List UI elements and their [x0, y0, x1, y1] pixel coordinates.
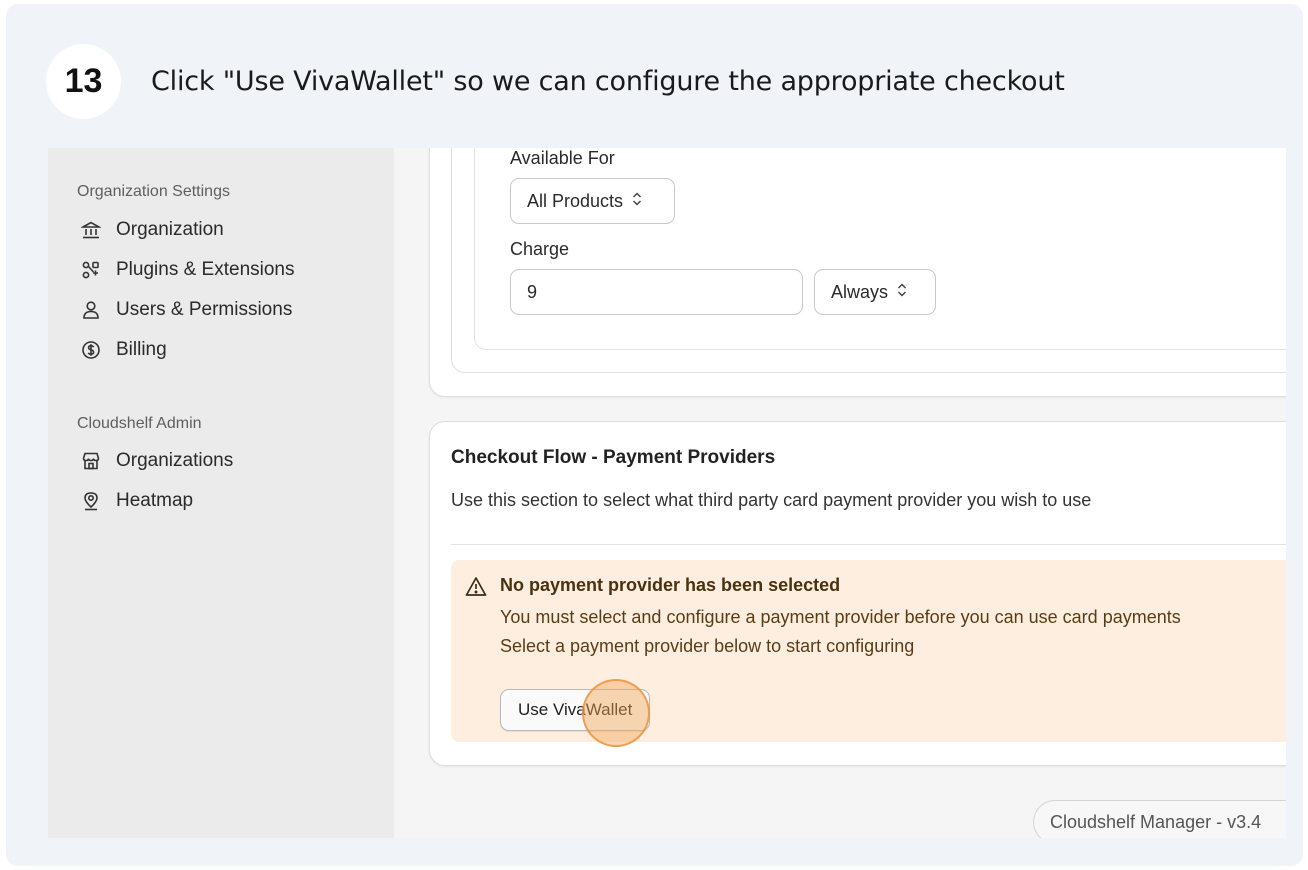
sidebar-item-organization[interactable]: Organization: [80, 216, 224, 244]
sidebar-item-plugins[interactable]: Plugins & Extensions: [80, 256, 295, 284]
bank-icon: [80, 219, 102, 241]
step-number-badge: 13: [46, 44, 121, 119]
warning-message-line-2: Select a payment provider below to start…: [500, 636, 915, 656]
charge-label: Charge: [510, 239, 570, 259]
sidebar-group-title: Cloudshelf Admin: [77, 415, 202, 432]
chevron-up-down-icon: [631, 191, 643, 212]
sidebar-item-label: Users & Permissions: [116, 299, 293, 320]
sidebar-item-label: Heatmap: [116, 490, 194, 511]
dollar-circle-icon: [80, 339, 102, 361]
sidebar-item-organizations[interactable]: Organizations: [80, 447, 233, 475]
sidebar-item-billing[interactable]: Billing: [80, 336, 167, 364]
version-badge: Cloudshelf Manager - v3.4: [1033, 800, 1286, 838]
sidebar: Organization Settings Organization Plugi…: [48, 148, 394, 838]
sidebar-item-label: Organization: [116, 219, 224, 240]
store-icon: [80, 450, 102, 472]
checkout-flow-title: Checkout Flow - Payment Providers: [451, 447, 776, 468]
sidebar-item-heatmap[interactable]: Heatmap: [80, 487, 193, 515]
main-content: Available For All Products Charge Always…: [394, 148, 1286, 838]
checkout-flow-description: Use this section to select what third pa…: [451, 490, 1092, 510]
available-for-select[interactable]: All Products: [510, 178, 675, 224]
available-for-label: Available For: [510, 148, 615, 168]
sidebar-group-title: Organization Settings: [77, 183, 230, 200]
puzzle-nodes-icon: [80, 259, 102, 281]
available-for-value: All Products: [527, 190, 624, 211]
tutorial-card: 13 Click "Use VivaWallet" so we can conf…: [6, 4, 1303, 866]
warning-title: No payment provider has been selected: [500, 575, 841, 595]
sidebar-item-label: Billing: [116, 339, 167, 360]
charge-frequency-select[interactable]: Always: [814, 269, 936, 315]
chevron-up-down-icon: [896, 282, 908, 303]
location-pin-icon: [80, 490, 102, 512]
sidebar-item-label: Plugins & Extensions: [116, 259, 295, 280]
use-vivawallet-button[interactable]: Use VivaWallet: [500, 689, 651, 731]
warning-message-line-1: You must select and configure a payment …: [500, 607, 1181, 627]
section-divider: [451, 544, 1286, 545]
step-instruction: Click "Use VivaWallet" so we can configu…: [151, 66, 1065, 97]
warning-triangle-icon: [465, 576, 487, 602]
user-icon: [80, 299, 102, 321]
app-screenshot: Organization Settings Organization Plugi…: [48, 148, 1286, 838]
sidebar-item-label: Organizations: [116, 450, 234, 471]
charge-input[interactable]: [510, 269, 803, 315]
charge-frequency-value: Always: [831, 281, 889, 302]
sidebar-item-users[interactable]: Users & Permissions: [80, 296, 292, 324]
